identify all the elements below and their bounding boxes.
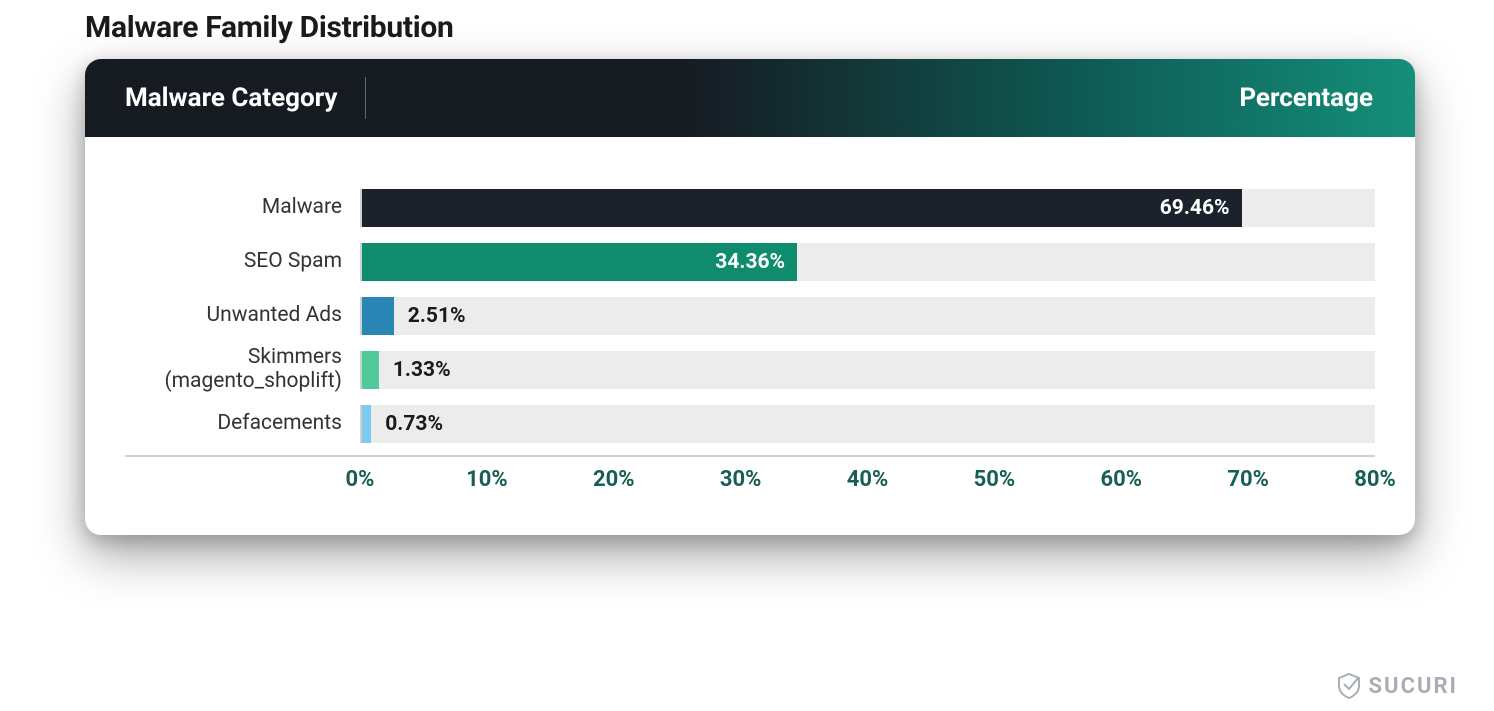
bar-fill	[362, 297, 394, 335]
bar-track: 2.51%	[360, 297, 1375, 335]
axis-ticks: 0%10%20%30%40%50%60%70%80%	[360, 457, 1375, 505]
category-label: Defacements	[125, 412, 360, 436]
brand-text: SUCURI	[1369, 674, 1458, 699]
category-label: Malware	[125, 196, 360, 220]
bar-track: 34.36%	[360, 243, 1375, 281]
x-axis: 0%10%20%30%40%50%60%70%80%	[125, 455, 1375, 505]
axis-spacer	[125, 457, 360, 505]
category-label: Skimmers(magento_shoplift)	[125, 346, 360, 393]
bar-fill	[362, 405, 371, 443]
bar-track: 0.73%	[360, 405, 1375, 443]
bar-track: 1.33%	[360, 351, 1375, 389]
value-label: 69.46%	[1160, 196, 1230, 220]
chart-card: Malware Category Percentage Malware 69.46…	[85, 59, 1415, 535]
brand-shield-icon	[1337, 673, 1361, 699]
chart-row: Skimmers(magento_shoplift) 1.33%	[125, 343, 1375, 397]
chart-area: Malware 69.46% SEO Spam 34.36% Unwanted Ads 2…	[85, 137, 1415, 535]
chart-header: Malware Category Percentage	[85, 59, 1415, 137]
chart-row: Malware 69.46%	[125, 181, 1375, 235]
bar-fill: 69.46%	[362, 189, 1242, 227]
axis-tick: 50%	[974, 467, 1016, 492]
value-label: 34.36%	[715, 250, 785, 274]
brand-watermark: SUCURI	[1337, 673, 1458, 699]
bar-track: 69.46%	[360, 189, 1375, 227]
axis-tick: 60%	[1100, 467, 1142, 492]
axis-tick: 70%	[1227, 467, 1269, 492]
value-label: 0.73%	[385, 412, 443, 436]
axis-tick: 30%	[720, 467, 762, 492]
bar-fill: 34.36%	[362, 243, 797, 281]
header-divider	[365, 77, 366, 119]
header-left: Malware Category	[125, 59, 366, 137]
page-title: Malware Family Distribution	[85, 10, 1454, 45]
chart-row: Defacements 0.73%	[125, 397, 1375, 451]
axis-tick: 40%	[847, 467, 889, 492]
axis-tick: 0%	[346, 467, 375, 492]
axis-tick: 20%	[593, 467, 635, 492]
category-label: Unwanted Ads	[125, 304, 360, 328]
category-label: SEO Spam	[125, 250, 360, 274]
chart-row: SEO Spam 34.36%	[125, 235, 1375, 289]
value-label: 2.51%	[408, 304, 466, 328]
header-left-label: Malware Category	[125, 83, 337, 113]
chart-row: Unwanted Ads 2.51%	[125, 289, 1375, 343]
axis-tick: 80%	[1354, 467, 1396, 492]
value-label: 1.33%	[393, 358, 451, 382]
axis-tick: 10%	[466, 467, 508, 492]
bars-container: Malware 69.46% SEO Spam 34.36% Unwanted Ads 2…	[125, 181, 1375, 451]
chart: Malware 69.46% SEO Spam 34.36% Unwanted Ads 2…	[125, 181, 1375, 451]
bar-fill	[362, 351, 379, 389]
header-right-label: Percentage	[1239, 83, 1373, 113]
